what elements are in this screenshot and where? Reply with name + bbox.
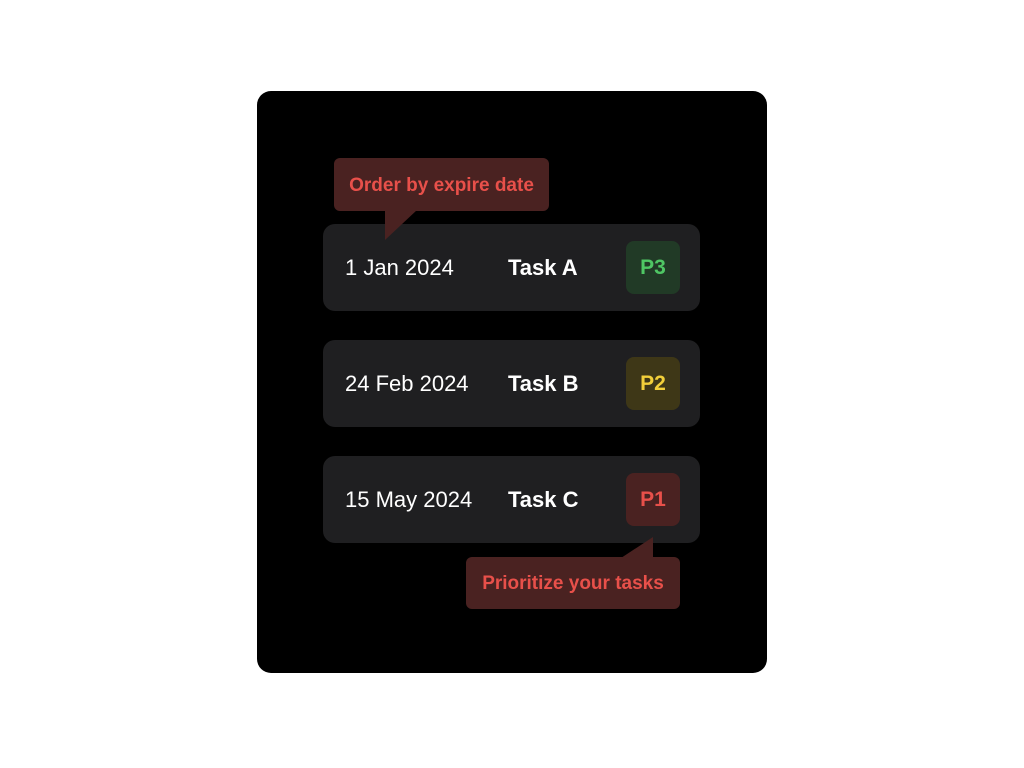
priority-badge[interactable]: P1 — [626, 473, 680, 526]
prioritize-callout: Prioritize your tasks — [466, 557, 680, 609]
priority-badge[interactable]: P3 — [626, 241, 680, 294]
callout-tail — [621, 537, 653, 558]
task-date: 15 May 2024 — [345, 487, 473, 512]
task-name: Task B — [508, 371, 579, 396]
task-row[interactable]: 1 Jan 2024 Task A P3 — [323, 224, 700, 311]
stage: 1 Jan 2024 Task A P3 24 Feb 2024 Task B … — [0, 0, 1024, 768]
task-row[interactable]: 24 Feb 2024 Task B P2 — [323, 340, 700, 427]
callout-tail — [385, 210, 417, 240]
task-name: Task A — [508, 255, 578, 280]
task-name: Task C — [508, 487, 579, 512]
task-date: 24 Feb 2024 — [345, 371, 469, 396]
task-panel: 1 Jan 2024 Task A P3 24 Feb 2024 Task B … — [257, 91, 767, 673]
task-row[interactable]: 15 May 2024 Task C P1 — [323, 456, 700, 543]
priority-badge[interactable]: P2 — [626, 357, 680, 410]
order-by-date-callout: Order by expire date — [334, 158, 549, 211]
